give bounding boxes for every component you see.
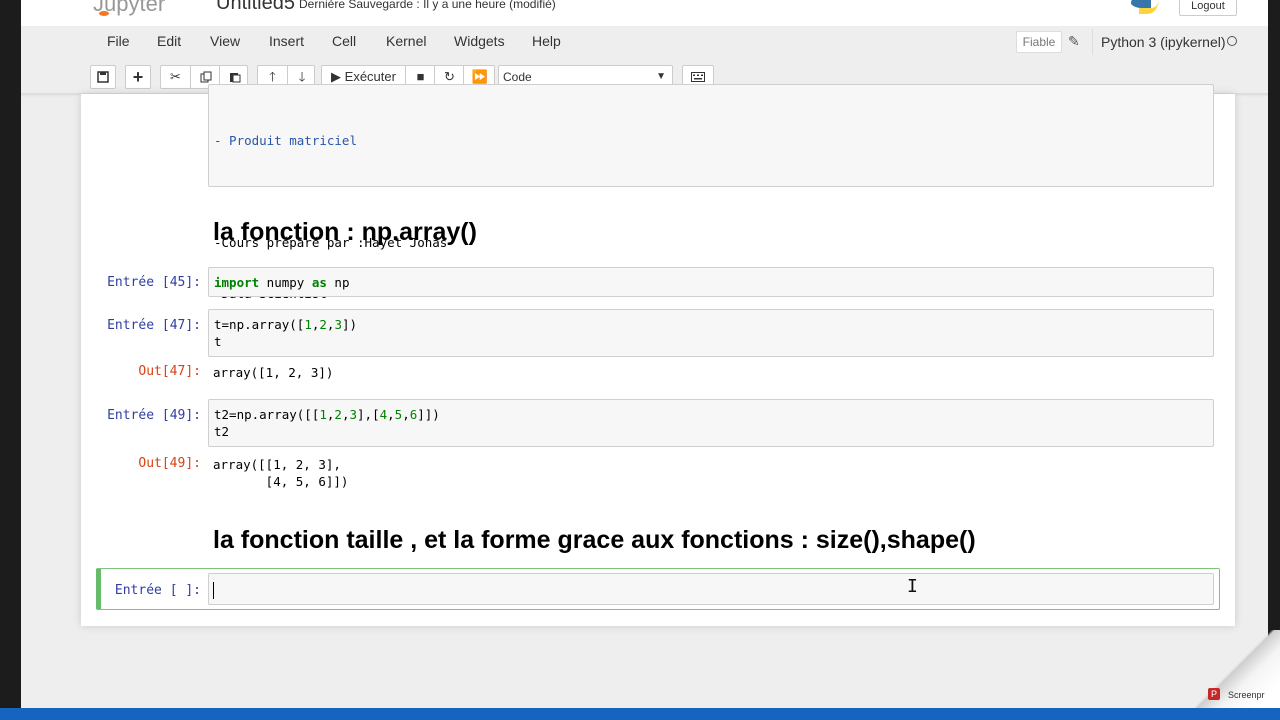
cell-type-value: Code	[503, 70, 532, 84]
paste-icon	[229, 73, 240, 83]
menu-edit[interactable]: Edit	[157, 33, 181, 49]
notebook-container: - Produit matriciel -Cours préparé par :…	[81, 84, 1235, 626]
output-prompt: Out[49]:	[138, 456, 201, 471]
input-prompt: Entrée [45]:	[107, 275, 201, 290]
keyboard-icon	[691, 72, 705, 82]
input-prompt: Entrée [47]:	[107, 318, 201, 333]
kernel-status-icon	[1227, 36, 1237, 46]
scissors-icon: ✂	[170, 69, 181, 84]
save-button[interactable]	[90, 65, 116, 89]
arrow-down-icon: 🡓	[298, 69, 306, 84]
insert-cell-button[interactable]: +	[125, 65, 151, 89]
notebook-header: Jupyter Untitled5 Dernière Sauvegarde : …	[21, 0, 1268, 26]
browser-viewport: Jupyter Untitled5 Dernière Sauvegarde : …	[21, 0, 1268, 708]
notebook-name[interactable]: Untitled5	[216, 0, 295, 15]
code-text: t2=np.array([[1,2,3],[4,5,6]]) t2	[214, 407, 440, 439]
code-cell-input[interactable]: import numpy as np	[208, 267, 1214, 297]
save-icon	[97, 71, 109, 83]
output-prompt: Out[47]:	[138, 364, 201, 379]
taskbar-strip	[0, 708, 1280, 720]
menu-view[interactable]: View	[210, 33, 240, 49]
menu-widgets[interactable]: Widgets	[454, 33, 505, 49]
menu-file[interactable]: File	[107, 33, 130, 49]
python-logo-icon	[1131, 0, 1159, 14]
screenpresso-icon: P	[1208, 688, 1221, 700]
copy-icon	[200, 71, 211, 83]
input-prompt: Entrée [ ]:	[114, 583, 201, 598]
mouse-ibeam-icon: I	[907, 576, 918, 597]
section-heading: la fonction taille , et la forme grace a…	[213, 526, 976, 554]
restart-icon: ↻	[444, 69, 455, 84]
menu-bar: File Edit View Insert Cell Kernel Widget…	[90, 27, 1243, 57]
fast-forward-icon: ⏩	[471, 69, 489, 84]
section-heading: la fonction : np.array()	[213, 218, 477, 246]
run-label: Exécuter	[344, 69, 396, 84]
plus-icon: +	[132, 67, 144, 87]
page-curl-decoration	[1180, 630, 1280, 720]
code-text: import numpy as np	[214, 275, 350, 290]
stop-icon: ■	[416, 69, 425, 84]
pencil-icon[interactable]: ✎	[1068, 33, 1080, 50]
jupyter-logo-mark	[99, 11, 109, 16]
code-cell-input[interactable]	[208, 573, 1214, 605]
logout-button[interactable]: Logout	[1179, 0, 1237, 16]
jupyter-logo[interactable]: Jupyter	[93, 0, 165, 17]
menu-insert[interactable]: Insert	[269, 33, 304, 49]
cell-output: array([[1, 2, 3], [4, 5, 6]])	[213, 457, 349, 489]
cell-output: array([1, 2, 3])	[213, 365, 334, 380]
markdown-source: - Produit matriciel -Cours préparé par :…	[214, 98, 447, 336]
markdown-cell[interactable]: - Produit matriciel -Cours préparé par :…	[208, 84, 1214, 301]
kernel-name[interactable]: Python 3 (ipykernel)	[1092, 29, 1226, 55]
code-cell-input[interactable]: t2=np.array([[1,2,3],[4,5,6]]) t2	[208, 399, 1214, 447]
arrow-up-icon: 🡑	[269, 69, 276, 84]
recorder-label: Screenpr	[1228, 690, 1265, 700]
code-cell-input[interactable]: t=np.array([1,2,3]) t	[208, 309, 1214, 357]
text-cursor	[213, 582, 214, 599]
cut-button[interactable]: ✂	[161, 66, 190, 88]
menu-help[interactable]: Help	[532, 33, 561, 49]
menu-cell[interactable]: Cell	[332, 33, 356, 49]
play-icon: ▶	[331, 69, 342, 84]
trusted-indicator[interactable]: Fiable	[1016, 31, 1062, 53]
markdown-line: - Produit matriciel	[214, 133, 357, 148]
save-status: Dernière Sauvegarde : Il y a une heure (…	[299, 0, 556, 11]
code-text: t=np.array([1,2,3]) t	[214, 317, 358, 349]
menu-kernel[interactable]: Kernel	[386, 33, 426, 49]
input-prompt: Entrée [49]:	[107, 408, 201, 423]
